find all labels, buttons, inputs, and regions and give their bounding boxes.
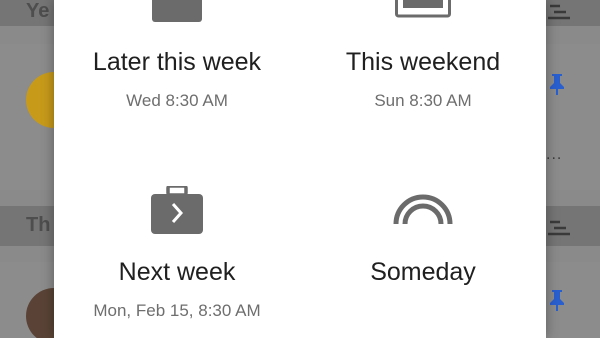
pin-icon[interactable] bbox=[548, 288, 566, 312]
section-header-label: Th bbox=[26, 214, 51, 236]
option-title: Later this week bbox=[92, 48, 262, 76]
snooze-dialog: Later this week Wed 8:30 AM This weekend… bbox=[54, 0, 546, 338]
option-this-weekend[interactable]: This weekend Sun 8:30 AM bbox=[300, 0, 546, 140]
calendar-icon bbox=[152, 0, 202, 22]
briefcase-next-icon bbox=[151, 186, 203, 234]
option-title: Next week bbox=[118, 258, 236, 286]
weekend-icon bbox=[395, 0, 451, 18]
rainbow-icon bbox=[393, 194, 453, 225]
ellipsis-text: ... bbox=[546, 146, 563, 163]
option-subtitle: Sun 8:30 AM bbox=[374, 91, 472, 110]
snooze-sort-icon[interactable] bbox=[546, 218, 574, 238]
option-title: Someday bbox=[370, 258, 476, 286]
option-later-this-week[interactable]: Later this week Wed 8:30 AM bbox=[54, 0, 300, 140]
option-subtitle: Wed 8:30 AM bbox=[126, 91, 228, 110]
option-next-week[interactable]: Next week Mon, Feb 15, 8:30 AM bbox=[54, 170, 300, 338]
pin-icon[interactable] bbox=[548, 72, 566, 96]
snooze-sort-icon[interactable] bbox=[546, 2, 574, 22]
option-subtitle: Mon, Feb 15, 8:30 AM bbox=[93, 301, 261, 320]
option-title: This weekend bbox=[345, 48, 501, 76]
section-header-label: Ye bbox=[26, 0, 50, 22]
option-someday[interactable]: Someday bbox=[300, 170, 546, 338]
